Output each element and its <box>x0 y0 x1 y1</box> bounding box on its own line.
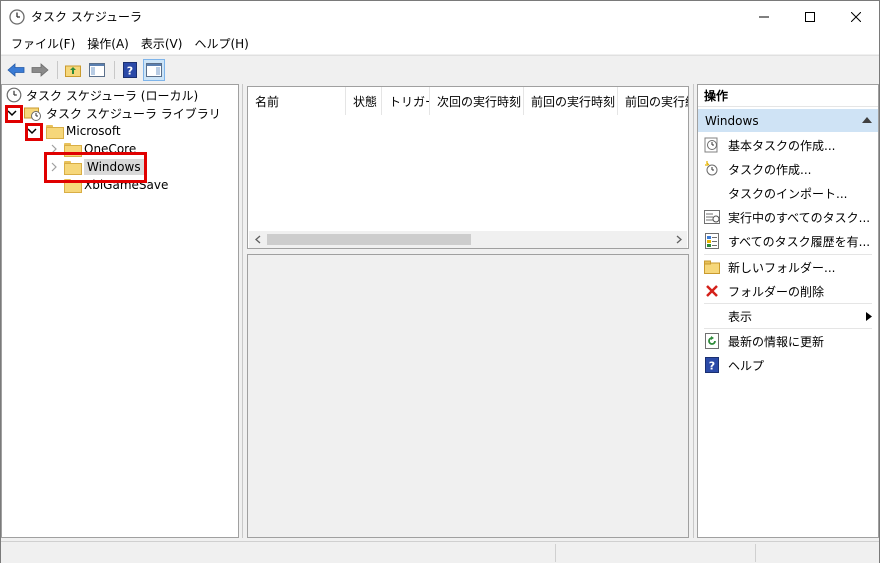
menu-file[interactable]: ファイル(F) <box>5 35 81 52</box>
close-icon <box>851 11 861 22</box>
menu-help[interactable]: ヘルプ(H) <box>188 35 254 52</box>
submenu-arrow-icon <box>866 312 872 321</box>
up-folder-button[interactable] <box>62 59 84 81</box>
help-icon: ? <box>123 61 137 78</box>
refresh-icon <box>704 333 720 349</box>
toolbar-separator <box>57 60 58 79</box>
show-hide-console-tree-button[interactable] <box>86 59 108 81</box>
maximize-button[interactable] <box>787 1 833 32</box>
scroll-left-icon[interactable] <box>249 231 266 248</box>
action-label: 実行中のすべてのタスク... <box>728 210 871 225</box>
action-label: タスクのインポート... <box>728 186 848 201</box>
menu-view[interactable]: 表示(V) <box>135 35 189 52</box>
column-header-last-result[interactable]: 前回の実行結果 <box>618 87 688 115</box>
horizontal-scrollbar[interactable] <box>249 231 687 248</box>
running-tasks-icon <box>704 209 720 225</box>
history-icon <box>704 233 720 249</box>
status-segment <box>555 544 755 562</box>
action-new-folder[interactable]: 新しいフォルダー... <box>698 255 878 279</box>
status-bar <box>1 541 879 563</box>
console-tree: タスク スケジューラ (ローカル) タスク スケジューラ ライブラリ Micro… <box>1 84 239 538</box>
tree-item-root[interactable]: タスク スケジューラ (ローカル) <box>6 86 198 104</box>
action-label: 新しいフォルダー... <box>728 260 836 275</box>
action-create-task[interactable]: タスクの作成... <box>698 157 878 181</box>
actions-header: 操作 <box>698 85 878 107</box>
folder-icon <box>46 125 64 139</box>
status-segment <box>755 544 879 562</box>
action-pane-icon <box>146 62 162 77</box>
column-header-status[interactable]: 状態 <box>346 87 382 115</box>
action-refresh[interactable]: 最新の情報に更新 <box>698 329 878 353</box>
svg-text:?: ? <box>127 64 133 77</box>
column-header-trigger[interactable]: トリガー <box>382 87 430 115</box>
action-label: タスクの作成... <box>728 162 812 177</box>
action-view-submenu[interactable]: 表示 <box>698 304 878 328</box>
menu-action[interactable]: 操作(A) <box>81 35 135 52</box>
clock-icon <box>9 8 25 25</box>
basic-task-icon <box>704 137 720 153</box>
scroll-right-icon[interactable] <box>670 231 687 248</box>
console-tree-icon <box>89 62 105 77</box>
task-detail-pane <box>247 254 689 538</box>
actions-group-windows[interactable]: Windows <box>698 109 878 132</box>
task-scheduler-window: タスク スケジューラ ファイル(F) 操作(A) 表示(V) ヘルプ(H) ? … <box>0 0 880 563</box>
column-header-name[interactable]: 名前 <box>248 87 346 115</box>
help-toolbar-button[interactable]: ? <box>119 59 141 81</box>
back-button[interactable] <box>5 59 27 81</box>
column-header-next-run[interactable]: 次回の実行時刻 <box>430 87 524 115</box>
tree-label-microsoft: Microsoft <box>66 124 121 138</box>
minimize-button[interactable] <box>741 1 787 32</box>
highlight-microsoft-expander <box>25 123 43 141</box>
tree-item-library[interactable]: タスク スケジューラ ライブラリ <box>6 104 221 122</box>
action-label: 基本タスクの作成... <box>728 138 836 153</box>
action-label: すべてのタスク履歴を有... <box>728 234 871 249</box>
action-label: 最新の情報に更新 <box>728 334 825 349</box>
svg-text:?: ? <box>709 360 715 373</box>
actions-group-label: Windows <box>705 113 759 128</box>
window-title: タスク スケジューラ <box>31 10 142 24</box>
right-splitter[interactable] <box>689 84 697 538</box>
tree-label-root: タスク スケジューラ (ローカル) <box>26 88 199 103</box>
action-label: フォルダーの削除 <box>728 284 825 299</box>
menu-bar: ファイル(F) 操作(A) 表示(V) ヘルプ(H) <box>1 32 879 54</box>
action-create-basic-task[interactable]: 基本タスクの作成... <box>698 133 878 157</box>
action-enable-history[interactable]: すべてのタスク履歴を有... <box>698 229 878 253</box>
left-splitter[interactable] <box>239 84 247 538</box>
back-arrow-icon <box>7 62 25 77</box>
title-bar[interactable]: タスク スケジューラ <box>1 1 879 32</box>
action-running-tasks[interactable]: 実行中のすべてのタスク... <box>698 205 878 229</box>
collapse-up-icon[interactable] <box>862 117 872 123</box>
highlight-library-expander <box>5 105 23 123</box>
toolbar-separator <box>114 60 115 79</box>
task-list: 名前 状態 トリガー 次回の実行時刻 前回の実行時刻 前回の実行結果 <box>247 86 689 249</box>
help-icon: ? <box>704 357 720 373</box>
forward-button[interactable] <box>29 59 51 81</box>
action-label: ヘルプ <box>728 358 765 373</box>
delete-icon <box>704 283 720 299</box>
forward-arrow-icon <box>31 62 49 77</box>
scrollbar-thumb[interactable] <box>267 234 471 245</box>
minimize-icon <box>759 16 769 17</box>
show-action-pane-button[interactable] <box>143 58 165 81</box>
close-button[interactable] <box>833 1 879 32</box>
toolbar: ? <box>1 55 879 83</box>
highlight-windows-folder <box>44 152 147 183</box>
action-label: 表示 <box>728 309 753 324</box>
action-delete-folder[interactable]: フォルダーの削除 <box>698 279 878 303</box>
library-folder-clock-icon <box>24 107 41 121</box>
action-help[interactable]: ? ヘルプ <box>698 353 878 377</box>
create-task-icon <box>704 161 720 177</box>
maximize-icon <box>805 11 815 22</box>
folder-up-icon <box>65 65 81 77</box>
clock-icon <box>6 87 22 103</box>
actions-pane: 操作 Windows 基本タスクの作成... タスクの作成... タスクのインポ… <box>697 84 879 538</box>
column-header-last-run[interactable]: 前回の実行時刻 <box>524 87 618 115</box>
new-folder-icon <box>704 259 720 275</box>
tree-label-library: タスク スケジューラ ライブラリ <box>46 106 221 121</box>
action-import-task[interactable]: タスクのインポート... <box>698 181 878 205</box>
